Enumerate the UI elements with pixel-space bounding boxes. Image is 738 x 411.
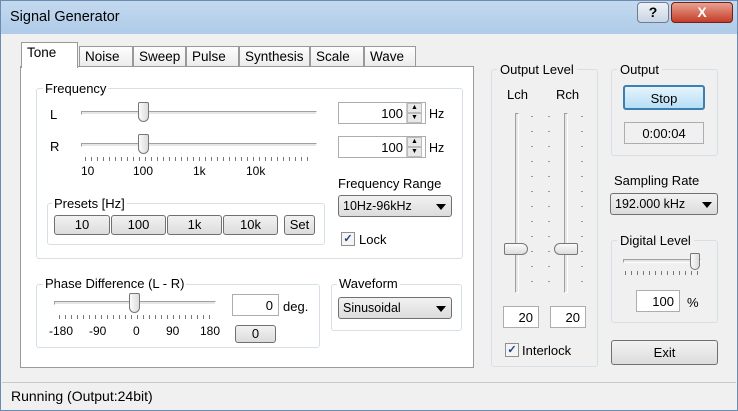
tick-label: 10k — [246, 164, 266, 178]
tick-label: 10 — [81, 164, 95, 178]
interlock-checkbox[interactable]: ✓ — [505, 343, 519, 357]
lock-checkbox[interactable]: ✓ — [341, 232, 355, 246]
frequency-group-label: Frequency — [43, 81, 109, 96]
tab-tone[interactable]: Tone — [21, 42, 78, 68]
lch-ticks — [531, 116, 533, 291]
preset-100-button[interactable]: 100 — [111, 215, 166, 235]
phase-ticks — [59, 315, 211, 319]
right-channel-label: R — [50, 139, 60, 154]
tab-sweep[interactable]: Sweep — [133, 46, 186, 67]
tab-synthesis[interactable]: Synthesis — [239, 46, 310, 67]
tab-wave[interactable]: Wave — [364, 46, 416, 67]
lch-label: Lch — [507, 87, 528, 102]
digital-level-unit: % — [687, 295, 699, 310]
waveform-select[interactable]: Sinusoidal — [338, 297, 452, 319]
lock-label: Lock — [359, 232, 387, 247]
signal-generator-window: Signal Generator ? X Tone Noise Sweep Pu… — [0, 0, 738, 411]
chevron-down-icon — [436, 306, 446, 312]
lch-track — [515, 113, 519, 293]
rch-label: Rch — [556, 87, 580, 102]
phase-group-label: Phase Difference (L - R) — [43, 276, 187, 291]
rch-value-input[interactable]: 20 — [550, 306, 586, 328]
frequency-r-unit: Hz — [429, 141, 445, 155]
frequency-r-slider-thumb[interactable] — [138, 134, 149, 154]
tab-noise[interactable]: Noise — [79, 46, 133, 67]
phase-input[interactable]: 0 — [232, 294, 279, 316]
close-button[interactable]: X — [671, 2, 733, 23]
stop-button[interactable]: Stop — [623, 85, 705, 110]
chevron-down-icon — [702, 202, 712, 208]
rch-slider-thumb[interactable] — [554, 243, 578, 255]
sampling-rate-select[interactable]: 192.000 kHz — [610, 193, 718, 215]
phase-tick-label: 90 — [166, 324, 180, 338]
spin-down-icon[interactable]: ▼ — [407, 147, 422, 157]
preset-10k-button[interactable]: 10k — [223, 215, 278, 235]
exit-button[interactable]: Exit — [611, 340, 718, 365]
phase-tick-label: -180 — [49, 324, 74, 338]
lch-value-input[interactable]: 20 — [503, 306, 539, 328]
digital-level-input[interactable]: 100 — [636, 290, 680, 312]
frequency-l-spinner[interactable]: ▲ ▼ — [406, 103, 422, 123]
preset-set-button[interactable]: Set — [284, 215, 315, 235]
left-channel-label: L — [50, 107, 58, 122]
tab-scale[interactable]: Scale — [310, 46, 364, 67]
spin-down-icon[interactable]: ▼ — [407, 113, 422, 123]
rch-ticks-left — [548, 116, 550, 291]
preset-10-button[interactable]: 10 — [54, 215, 110, 235]
sampling-rate-label: Sampling Rate — [614, 173, 700, 188]
elapsed-time: 0:00:04 — [624, 122, 704, 144]
frequency-l-slider-thumb[interactable] — [138, 102, 149, 122]
tick-label: 100 — [133, 164, 154, 178]
preset-1k-button[interactable]: 1k — [167, 215, 222, 235]
frequency-r-spinner[interactable]: ▲ ▼ — [406, 137, 422, 157]
sampling-rate-value: 192.000 kHz — [615, 197, 686, 211]
phase-unit: deg. — [283, 299, 309, 314]
frequency-range-value: 10Hz-96kHz — [343, 199, 412, 213]
digital-level-ticks — [625, 271, 699, 275]
rch-track — [564, 113, 568, 293]
presets-label: Presets [Hz] — [52, 196, 127, 211]
output-label: Output — [617, 62, 663, 77]
output-level-label: Output Level — [497, 62, 577, 77]
tab-pulse[interactable]: Pulse — [186, 46, 239, 67]
spin-up-icon[interactable]: ▲ — [407, 137, 422, 147]
waveform-value: Sinusoidal — [343, 301, 401, 315]
frequency-range-select[interactable]: 10Hz-96kHz — [338, 195, 452, 217]
phase-slider-thumb[interactable] — [129, 293, 140, 313]
frequency-r-track — [81, 143, 317, 147]
tick-label: 1k — [193, 164, 206, 178]
status-text: Running (Output:24bit) — [11, 388, 153, 404]
window-title: Signal Generator — [10, 9, 120, 25]
rch-ticks-right — [581, 116, 583, 291]
digital-level-slider-thumb[interactable] — [690, 253, 700, 270]
frequency-range-label: Frequency Range — [338, 176, 442, 191]
phase-tick-label: -90 — [89, 324, 107, 338]
phase-tick-label: 0 — [133, 324, 140, 338]
spin-up-icon[interactable]: ▲ — [407, 103, 422, 113]
frequency-l-track — [81, 111, 317, 115]
phase-tick-label: 180 — [200, 324, 221, 338]
title-bar[interactable]: Signal Generator ? X — [1, 1, 737, 34]
lch-slider-thumb[interactable] — [504, 243, 528, 255]
help-button[interactable]: ? — [637, 2, 669, 23]
chevron-down-icon — [436, 204, 446, 210]
interlock-label: Interlock — [522, 343, 572, 358]
frequency-ticks — [85, 157, 311, 161]
waveform-label: Waveform — [337, 276, 400, 291]
frequency-l-unit: Hz — [429, 107, 445, 121]
digital-level-label: Digital Level — [617, 233, 694, 248]
status-bar: Running (Output:24bit) — [2, 382, 736, 410]
phase-zero-button[interactable]: 0 — [235, 325, 276, 343]
